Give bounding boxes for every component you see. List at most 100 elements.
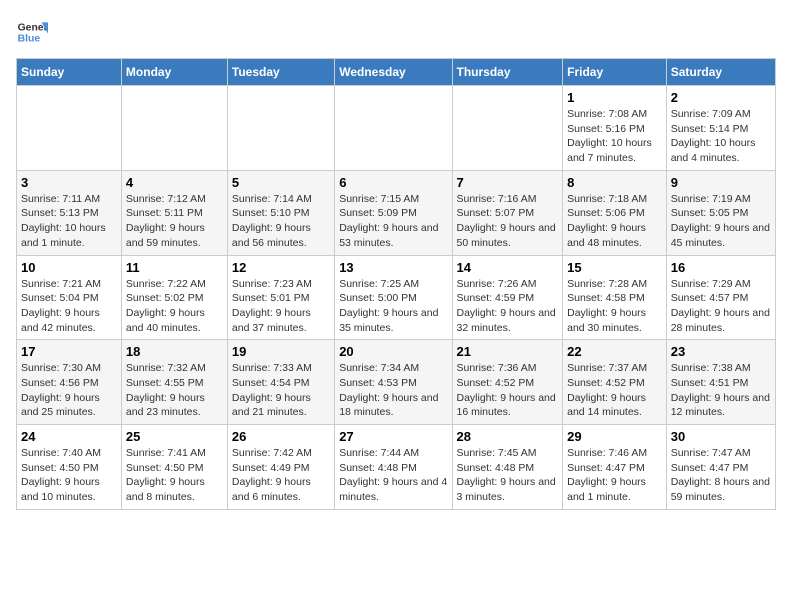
day-number: 16 (671, 260, 771, 275)
day-info: Sunrise: 7:26 AMSunset: 4:59 PMDaylight:… (457, 277, 559, 336)
day-cell (452, 86, 563, 171)
day-info: Sunrise: 7:30 AMSunset: 4:56 PMDaylight:… (21, 361, 117, 420)
day-number: 7 (457, 175, 559, 190)
day-cell: 3Sunrise: 7:11 AMSunset: 5:13 PMDaylight… (17, 170, 122, 255)
day-info: Sunrise: 7:33 AMSunset: 4:54 PMDaylight:… (232, 361, 330, 420)
day-info: Sunrise: 7:42 AMSunset: 4:49 PMDaylight:… (232, 446, 330, 505)
day-info: Sunrise: 7:32 AMSunset: 4:55 PMDaylight:… (126, 361, 223, 420)
day-cell: 24 Sunrise: 7:40 AMSunset: 4:50 PMDayligh… (17, 425, 122, 510)
header-sunday: Sunday (17, 59, 122, 86)
week-row-3: 10Sunrise: 7:21 AMSunset: 5:04 PMDayligh… (17, 255, 776, 340)
day-number: 26 (232, 429, 330, 444)
day-info: Sunrise: 7:44 AMSunset: 4:48 PMDaylight:… (339, 446, 447, 505)
day-cell: 13 Sunrise: 7:25 AMSunset: 5:00 PMDayligh… (335, 255, 452, 340)
day-cell: 15 Sunrise: 7:28 AMSunset: 4:58 PMDayligh… (563, 255, 667, 340)
day-cell: 1 Sunrise: 7:08 AMSunset: 5:16 PMDaylight… (563, 86, 667, 171)
day-cell: 8 Sunrise: 7:18 AMSunset: 5:06 PMDaylight… (563, 170, 667, 255)
calendar-table: SundayMondayTuesdayWednesdayThursdayFrid… (16, 58, 776, 510)
day-number: 4 (126, 175, 223, 190)
day-cell (17, 86, 122, 171)
day-info: Sunrise: 7:37 AMSunset: 4:52 PMDaylight:… (567, 361, 662, 420)
day-number: 2 (671, 90, 771, 105)
header: General Blue (16, 16, 776, 48)
day-info: Sunrise: 7:18 AMSunset: 5:06 PMDaylight:… (567, 192, 662, 251)
day-cell: 27Sunrise: 7:44 AMSunset: 4:48 PMDayligh… (335, 425, 452, 510)
day-cell: 9 Sunrise: 7:19 AMSunset: 5:05 PMDaylight… (666, 170, 775, 255)
day-number: 1 (567, 90, 662, 105)
day-info: Sunrise: 7:15 AMSunset: 5:09 PMDaylight:… (339, 192, 447, 251)
day-info: Sunrise: 7:40 AMSunset: 4:50 PMDaylight:… (21, 446, 117, 505)
day-info: Sunrise: 7:22 AMSunset: 5:02 PMDaylight:… (126, 277, 223, 336)
header-friday: Friday (563, 59, 667, 86)
day-number: 3 (21, 175, 117, 190)
day-number: 5 (232, 175, 330, 190)
day-cell: 6 Sunrise: 7:15 AMSunset: 5:09 PMDaylight… (335, 170, 452, 255)
day-number: 19 (232, 344, 330, 359)
day-number: 9 (671, 175, 771, 190)
logo: General Blue (16, 16, 52, 48)
day-number: 22 (567, 344, 662, 359)
header-row: SundayMondayTuesdayWednesdayThursdayFrid… (17, 59, 776, 86)
day-info: Sunrise: 7:25 AMSunset: 5:00 PMDaylight:… (339, 277, 447, 336)
day-cell: 25 Sunrise: 7:41 AMSunset: 4:50 PMDayligh… (121, 425, 227, 510)
day-info: Sunrise: 7:41 AMSunset: 4:50 PMDaylight:… (126, 446, 223, 505)
day-cell: 22 Sunrise: 7:37 AMSunset: 4:52 PMDayligh… (563, 340, 667, 425)
day-info: Sunrise: 7:23 AMSunset: 5:01 PMDaylight:… (232, 277, 330, 336)
day-cell: 14 Sunrise: 7:26 AMSunset: 4:59 PMDayligh… (452, 255, 563, 340)
day-number: 14 (457, 260, 559, 275)
day-number: 28 (457, 429, 559, 444)
day-info: Sunrise: 7:16 AMSunset: 5:07 PMDaylight:… (457, 192, 559, 251)
day-cell (121, 86, 227, 171)
day-cell: 4 Sunrise: 7:12 AMSunset: 5:11 PMDaylight… (121, 170, 227, 255)
day-number: 25 (126, 429, 223, 444)
day-info: Sunrise: 7:28 AMSunset: 4:58 PMDaylight:… (567, 277, 662, 336)
day-info: Sunrise: 7:29 AMSunset: 4:57 PMDaylight:… (671, 277, 771, 336)
week-row-2: 3Sunrise: 7:11 AMSunset: 5:13 PMDaylight… (17, 170, 776, 255)
day-cell: 18 Sunrise: 7:32 AMSunset: 4:55 PMDayligh… (121, 340, 227, 425)
week-row-4: 17 Sunrise: 7:30 AMSunset: 4:56 PMDayligh… (17, 340, 776, 425)
day-info: Sunrise: 7:34 AMSunset: 4:53 PMDaylight:… (339, 361, 447, 420)
day-number: 12 (232, 260, 330, 275)
day-cell: 5 Sunrise: 7:14 AMSunset: 5:10 PMDaylight… (227, 170, 334, 255)
day-info: Sunrise: 7:21 AMSunset: 5:04 PMDaylight:… (21, 277, 117, 336)
day-info: Sunrise: 7:38 AMSunset: 4:51 PMDaylight:… (671, 361, 771, 420)
day-cell: 26 Sunrise: 7:42 AMSunset: 4:49 PMDayligh… (227, 425, 334, 510)
header-thursday: Thursday (452, 59, 563, 86)
day-info: Sunrise: 7:08 AMSunset: 5:16 PMDaylight:… (567, 107, 662, 166)
svg-text:Blue: Blue (18, 34, 41, 45)
day-cell: 2 Sunrise: 7:09 AMSunset: 5:14 PMDaylight… (666, 86, 775, 171)
day-info: Sunrise: 7:14 AMSunset: 5:10 PMDaylight:… (232, 192, 330, 251)
week-row-5: 24 Sunrise: 7:40 AMSunset: 4:50 PMDayligh… (17, 425, 776, 510)
header-monday: Monday (121, 59, 227, 86)
day-number: 17 (21, 344, 117, 359)
day-number: 18 (126, 344, 223, 359)
day-number: 8 (567, 175, 662, 190)
day-number: 11 (126, 260, 223, 275)
day-cell: 19 Sunrise: 7:33 AMSunset: 4:54 PMDayligh… (227, 340, 334, 425)
day-number: 21 (457, 344, 559, 359)
day-info: Sunrise: 7:46 AMSunset: 4:47 PMDaylight:… (567, 446, 662, 505)
calendar-body: 1 Sunrise: 7:08 AMSunset: 5:16 PMDaylight… (17, 86, 776, 510)
day-info: Sunrise: 7:19 AMSunset: 5:05 PMDaylight:… (671, 192, 771, 251)
logo-icon: General Blue (16, 16, 48, 48)
day-cell (227, 86, 334, 171)
day-cell (335, 86, 452, 171)
day-info: Sunrise: 7:47 AMSunset: 4:47 PMDaylight:… (671, 446, 771, 505)
day-info: Sunrise: 7:45 AMSunset: 4:48 PMDaylight:… (457, 446, 559, 505)
day-number: 30 (671, 429, 771, 444)
calendar-header: SundayMondayTuesdayWednesdayThursdayFrid… (17, 59, 776, 86)
day-info: Sunrise: 7:36 AMSunset: 4:52 PMDaylight:… (457, 361, 559, 420)
day-cell: 29Sunrise: 7:46 AMSunset: 4:47 PMDayligh… (563, 425, 667, 510)
day-cell: 17 Sunrise: 7:30 AMSunset: 4:56 PMDayligh… (17, 340, 122, 425)
day-cell: 21 Sunrise: 7:36 AMSunset: 4:52 PMDayligh… (452, 340, 563, 425)
header-tuesday: Tuesday (227, 59, 334, 86)
day-info: Sunrise: 7:09 AMSunset: 5:14 PMDaylight:… (671, 107, 771, 166)
day-number: 15 (567, 260, 662, 275)
day-number: 13 (339, 260, 447, 275)
day-number: 6 (339, 175, 447, 190)
day-number: 20 (339, 344, 447, 359)
day-cell: 30 Sunrise: 7:47 AMSunset: 4:47 PMDayligh… (666, 425, 775, 510)
header-wednesday: Wednesday (335, 59, 452, 86)
day-number: 24 (21, 429, 117, 444)
day-info: Sunrise: 7:12 AMSunset: 5:11 PMDaylight:… (126, 192, 223, 251)
